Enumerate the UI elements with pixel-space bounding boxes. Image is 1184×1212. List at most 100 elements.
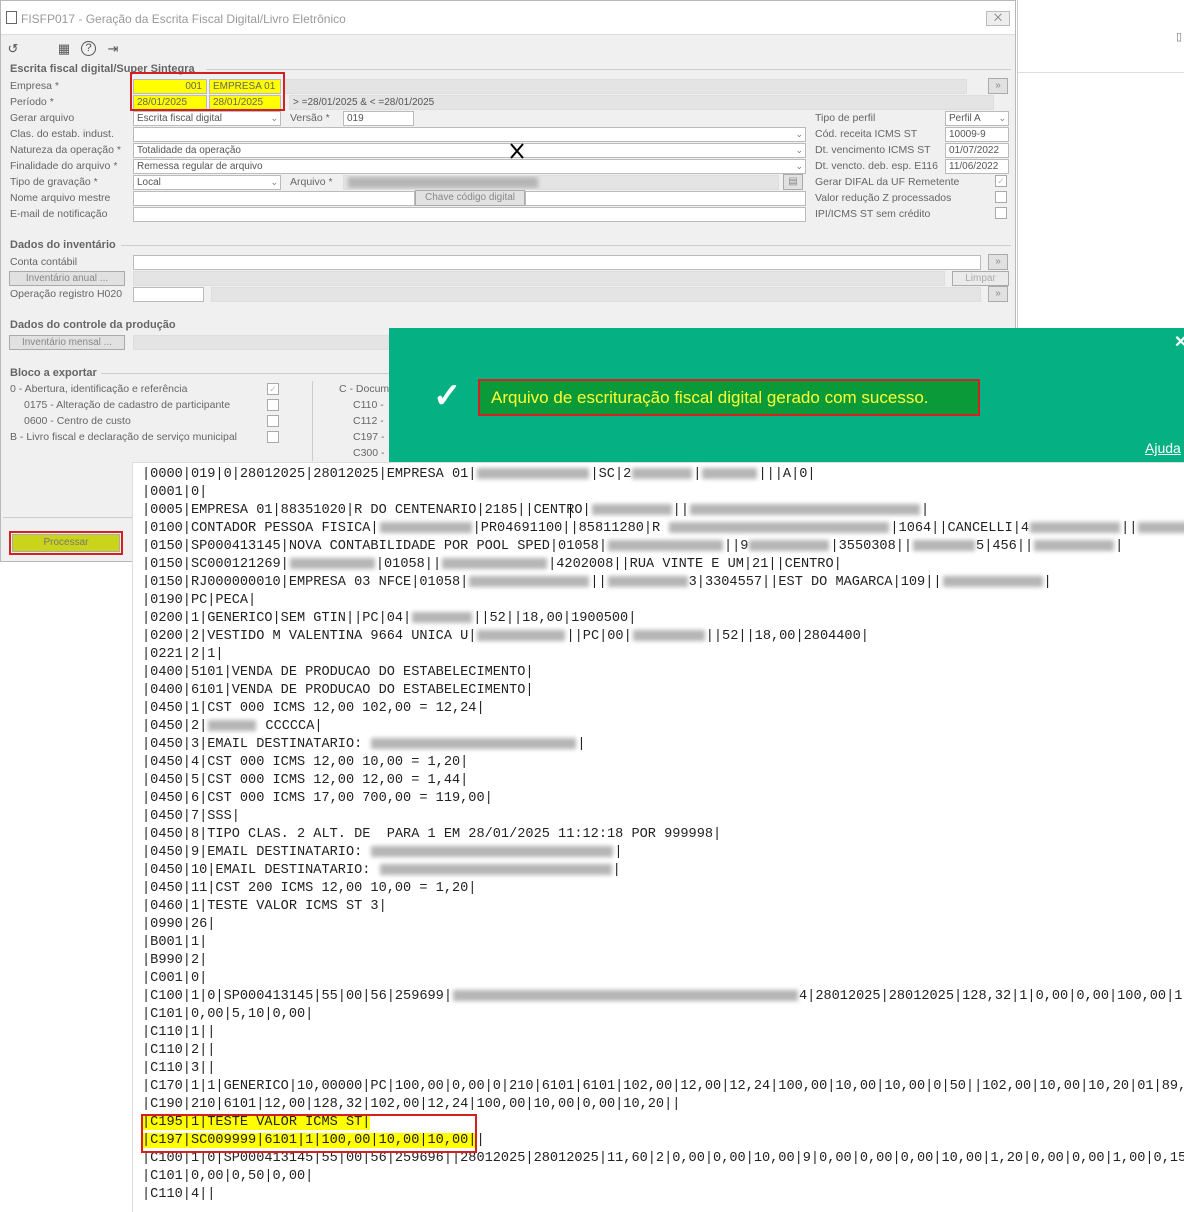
section-producao-title: Dados do controle da produção bbox=[10, 319, 176, 331]
file-line: |0450|10|EMAIL DESTINATARIO: | bbox=[142, 863, 621, 878]
redacted-text bbox=[477, 467, 590, 479]
file-content: |0000|019|0|28012025|28012025|EMPRESA 01… bbox=[142, 466, 1184, 1204]
chave-codigo-button[interactable]: Chave código digital bbox=[415, 190, 525, 206]
redacted-text bbox=[348, 176, 538, 188]
conta-lookup-button[interactable]: » bbox=[988, 254, 1008, 270]
inventario-anual-button[interactable]: Inventário anual ... bbox=[9, 271, 125, 286]
file-line: |0400|6101|VENDA DE PRODUCAO DO ESTABELE… bbox=[142, 683, 534, 698]
folder-browse-icon[interactable]: ▤ bbox=[783, 174, 803, 190]
toast-close-icon[interactable]: ✕ bbox=[1174, 332, 1184, 352]
file-line: |B001|1| bbox=[142, 935, 208, 950]
redacted-text bbox=[477, 629, 566, 641]
bloco-0-checkbox[interactable]: ✓ bbox=[267, 383, 279, 395]
bloco-0600-checkbox[interactable] bbox=[267, 415, 279, 427]
bloco-item-0600: 0600 - Centro de custo bbox=[24, 415, 131, 427]
file-line: |B990|2| bbox=[142, 953, 208, 968]
file-line: |0450|3|EMAIL DESTINATARIO: | bbox=[142, 737, 586, 752]
difal-checkbox[interactable]: ✓ bbox=[995, 175, 1007, 187]
bloco-0175-checkbox[interactable] bbox=[267, 399, 279, 411]
file-line: |0450|1|CST 000 ICMS 12,00 102,00 = 12,2… bbox=[142, 701, 485, 716]
expand-icon[interactable]: ▯ bbox=[1176, 30, 1182, 43]
chave-codigo-field[interactable] bbox=[525, 191, 806, 206]
empresa-lookup-button[interactable]: » bbox=[988, 78, 1008, 94]
file-line: |C100|1|0|SP000413145|55|00|56|259699| 4|… bbox=[142, 989, 1184, 1004]
redacted-text bbox=[942, 575, 1043, 587]
email-field[interactable] bbox=[133, 207, 806, 222]
close-button[interactable]: ⨉ bbox=[986, 11, 1010, 26]
limpar-button[interactable]: Limpar bbox=[952, 271, 1009, 286]
refresh-icon[interactable]: ↺ bbox=[5, 41, 21, 57]
chevron-down-icon: ⌄ bbox=[795, 145, 803, 155]
file-line: |0450|11|CST 200 ICMS 12,00 10,00 = 1,20… bbox=[142, 881, 477, 896]
file-line: |0450|2| CCCCCA| bbox=[142, 719, 323, 734]
highlight-processar bbox=[9, 531, 123, 555]
redacted-text bbox=[442, 557, 548, 569]
versao-label: Versão * bbox=[290, 112, 330, 124]
file-line: |0200|1|GENERICO|SEM GTIN||PC|04| ||52||1… bbox=[142, 611, 637, 626]
operacao-desc-field bbox=[211, 287, 981, 302]
cod-receita-label: Cód. receita ICMS ST bbox=[815, 128, 918, 140]
file-line: |0150|RJ000000010|EMPRESA 03 NFCE|01058|… bbox=[142, 575, 1052, 590]
reducao-checkbox[interactable] bbox=[995, 191, 1007, 203]
tipo-perfil-select[interactable]: Perfil A ⌄ bbox=[945, 111, 1009, 126]
finalidade-select[interactable]: Remessa regular de arquivo ⌄ bbox=[133, 159, 806, 174]
clas-select[interactable]: ⌄ bbox=[133, 127, 806, 142]
redacted-text bbox=[607, 575, 688, 587]
gerar-select[interactable]: Escrita fiscal digital ⌄ bbox=[133, 111, 281, 126]
file-line: |C110|4|| bbox=[142, 1187, 216, 1202]
nome-mestre-field[interactable] bbox=[133, 191, 415, 206]
bloco-c110-item: C110 - bbox=[353, 399, 384, 411]
bloco-item-0175: 0175 - Alteração de cadastro de particip… bbox=[24, 399, 231, 411]
text-cursor bbox=[570, 504, 571, 518]
inventario-mensal-button[interactable]: Inventário mensal ... bbox=[9, 335, 125, 350]
dt-venc-deb-field[interactable]: 11/06/2022 bbox=[945, 159, 1009, 174]
operacao-lookup-button[interactable]: » bbox=[988, 286, 1008, 302]
exit-icon[interactable]: ⇥ bbox=[105, 41, 121, 57]
redacted-text bbox=[749, 539, 830, 551]
conta-field[interactable] bbox=[133, 255, 981, 270]
nome-mestre-label: Nome arquivo mestre bbox=[10, 192, 111, 204]
file-viewer: |0000|019|0|28012025|28012025|EMPRESA 01… bbox=[132, 462, 1184, 1212]
finalidade-value: Remessa regular de arquivo bbox=[137, 161, 263, 172]
versao-field[interactable]: 019 bbox=[343, 111, 414, 126]
natureza-select[interactable]: Totalidade da operação ⌄ bbox=[133, 143, 806, 158]
cod-receita-field[interactable]: 10009-9 bbox=[945, 127, 1009, 142]
operacao-label: Operação registro H020 bbox=[10, 288, 123, 300]
help-icon[interactable]: ? bbox=[81, 41, 96, 56]
redacted-text bbox=[669, 521, 890, 533]
redacted-text bbox=[289, 557, 375, 569]
periodo-desc-field: > =28/01/2025 & < =28/01/2025 bbox=[289, 95, 994, 110]
operacao-code-field[interactable] bbox=[133, 287, 204, 302]
app-icon bbox=[6, 11, 17, 24]
tipo-gravacao-select[interactable]: Local ⌄ bbox=[133, 175, 281, 190]
file-line: |0990|26| bbox=[142, 917, 216, 932]
bloco-c197-item: C197 - bbox=[353, 431, 385, 443]
calendar-icon[interactable]: ▦ bbox=[56, 41, 72, 57]
difal-label: Gerar DIFAL da UF Remetente bbox=[815, 176, 960, 188]
inventario-mensal-field bbox=[133, 335, 389, 350]
toast-help-link[interactable]: Ajuda bbox=[1145, 440, 1181, 456]
arquivo-field[interactable] bbox=[343, 175, 779, 190]
empresa-desc-field bbox=[283, 79, 967, 94]
reducao-label: Valor redução Z processados bbox=[815, 192, 952, 204]
redacted-text bbox=[379, 521, 472, 533]
dt-venc-field[interactable]: 01/07/2022 bbox=[945, 143, 1009, 158]
highlight-c195-c197 bbox=[141, 1114, 477, 1153]
mouse-cursor-icon bbox=[510, 143, 524, 159]
ipi-checkbox[interactable] bbox=[995, 207, 1007, 219]
chevron-down-icon: ⌄ bbox=[270, 113, 278, 123]
file-line: |0450|8|TIPO CLAS. 2 ALT. DE PARA 1 EM 2… bbox=[142, 827, 722, 842]
section-bloco-title: Bloco a exportar bbox=[10, 367, 97, 379]
file-line: |0450|7|SSS| bbox=[142, 809, 240, 824]
background-panel: ▯ bbox=[1017, 0, 1184, 330]
tipo-perfil-label: Tipo de perfil bbox=[815, 112, 876, 124]
title-bar: FISFP017 - Geração da Escrita Fiscal Dig… bbox=[1, 1, 1015, 35]
bloco-item-b: B - Livro fiscal e declaração de serviço… bbox=[10, 431, 238, 443]
file-line: |C110|3|| bbox=[142, 1061, 216, 1076]
bloco-b-checkbox[interactable] bbox=[267, 431, 279, 443]
conta-label: Conta contábil bbox=[10, 256, 78, 268]
section-inventario-title: Dados do inventário bbox=[10, 239, 116, 251]
file-line: |0000|019|0|28012025|28012025|EMPRESA 01… bbox=[142, 467, 816, 482]
natureza-value: Totalidade da operação bbox=[137, 145, 241, 156]
bloco-c300-item: C300 - bbox=[353, 447, 385, 459]
